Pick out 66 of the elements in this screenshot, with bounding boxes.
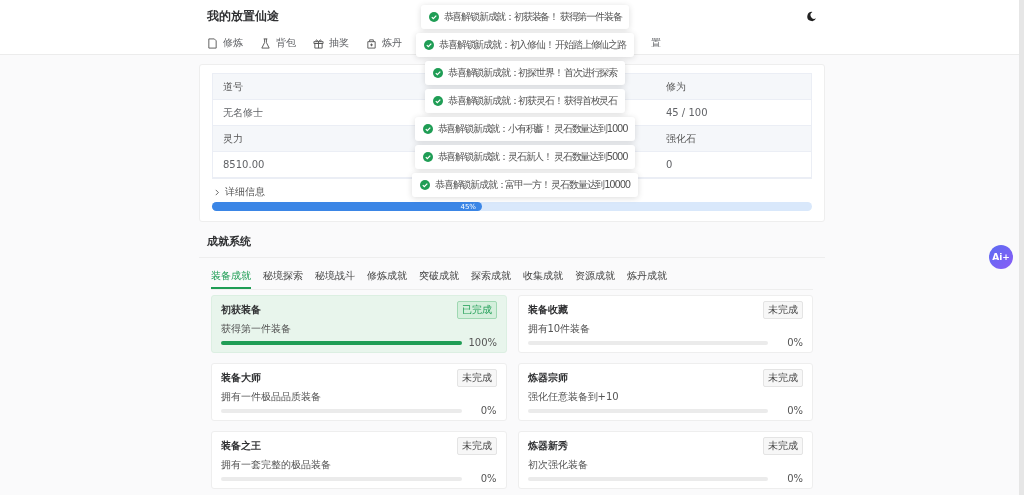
achievement-description: 强化任意装备到+10 (527, 390, 620, 404)
achievement-toast: 恭喜解锁新成就：初获装备！ 获得第一件装备 (420, 5, 630, 29)
check-circle-icon (424, 40, 435, 50)
details-toggle[interactable]: 详细信息 (212, 179, 267, 202)
category-tab[interactable]: 突破成就 (419, 266, 459, 289)
achievement-title: 装备之王 (221, 439, 261, 453)
status-tag: 未完成 (763, 301, 803, 319)
progress-percent: 100% (468, 337, 497, 348)
category-tab[interactable]: 装备成就 (211, 266, 251, 289)
category-tab[interactable]: 资源成就 (575, 266, 615, 289)
status-tag: 未完成 (456, 369, 497, 387)
check-circle-icon (420, 180, 430, 190)
achievement-title: 初获装备 (221, 303, 261, 317)
ai-assistant-button[interactable]: Ai+ (989, 245, 1013, 269)
achievement-title: 装备收藏 (527, 303, 568, 317)
progress-percent: 0% (786, 405, 803, 416)
nav-item[interactable]: 炼丹 (366, 36, 402, 50)
section-title: 成就系统 (199, 228, 825, 258)
achievement-toast: 恭喜解锁新成就：灵石新人！ 灵石数量达到5000 (414, 145, 636, 169)
achievement-toast: 恭喜解锁新成就：初入修仙！ 开始踏上修仙之路 (416, 33, 634, 57)
status-tag: 未完成 (456, 437, 497, 455)
achievement-description: 获得第一件装备 (221, 322, 292, 336)
category-tab[interactable]: 炼丹成就 (627, 266, 667, 289)
achievement-description: 初次强化装备 (527, 458, 589, 472)
status-tag: 已完成 (456, 301, 497, 319)
achievement-description: 拥有10件装备 (527, 322, 592, 336)
gift-icon (313, 37, 324, 49)
app-title: 我的放置仙途 (207, 7, 279, 25)
achievement-description: 拥有一件极品品质装备 (221, 390, 322, 404)
check-circle-icon (432, 68, 443, 78)
category-tab[interactable]: 收集成就 (523, 266, 563, 289)
check-circle-icon (422, 124, 433, 134)
category-tab[interactable]: 探索成就 (471, 266, 511, 289)
achievement-toast: 恭喜解锁新成就：富甲一方！ 灵石数量达到10000 (412, 173, 638, 197)
table-header-cell: 修为 (655, 74, 811, 100)
progress-percent: 0% (786, 473, 803, 484)
page-icon (207, 37, 218, 49)
nav-item[interactable]: 置 (651, 36, 661, 50)
achievement-toast: 恭喜解锁新成就：小有积蓄！ 灵石数量达到1000 (414, 117, 636, 141)
flask-icon (260, 37, 271, 49)
achievement-toast: 恭喜解锁新成就：初获灵石！ 获得首枚灵石 (424, 89, 626, 113)
pot-icon (366, 37, 377, 49)
progress-percent: 0% (786, 337, 803, 348)
category-tab[interactable]: 秘境探索 (263, 266, 303, 289)
nav-item[interactable]: 抽奖 (313, 36, 349, 50)
achievement-title: 炼器新秀 (527, 439, 568, 453)
status-tag: 未完成 (763, 437, 803, 455)
progress-percent: 0% (479, 405, 497, 416)
progress-percent: 0% (479, 473, 497, 484)
nav-item[interactable]: 背包 (260, 36, 296, 50)
achievement-title: 炼器宗师 (527, 371, 568, 385)
table-header-cell: 强化石 (655, 126, 811, 152)
table-header-cell: 道号 (213, 74, 435, 100)
category-tab[interactable]: 修炼成就 (367, 266, 407, 289)
chevron-icon (214, 188, 221, 196)
category-tab[interactable]: 秘境战斗 (315, 266, 355, 289)
check-circle-icon (432, 96, 443, 106)
status-tag: 未完成 (763, 369, 803, 387)
check-circle-icon (428, 12, 439, 22)
achievement-title: 装备大师 (221, 371, 261, 385)
table-header-cell: 灵力 (213, 126, 435, 152)
achievement-description: 拥有一套完整的极品装备 (221, 458, 332, 472)
moon-icon[interactable] (806, 10, 817, 22)
check-circle-icon (422, 152, 433, 162)
achievement-toast: 恭喜解锁新成就：初探世界！ 首次进行探索 (424, 61, 626, 85)
nav-item[interactable]: 修炼 (207, 36, 243, 50)
